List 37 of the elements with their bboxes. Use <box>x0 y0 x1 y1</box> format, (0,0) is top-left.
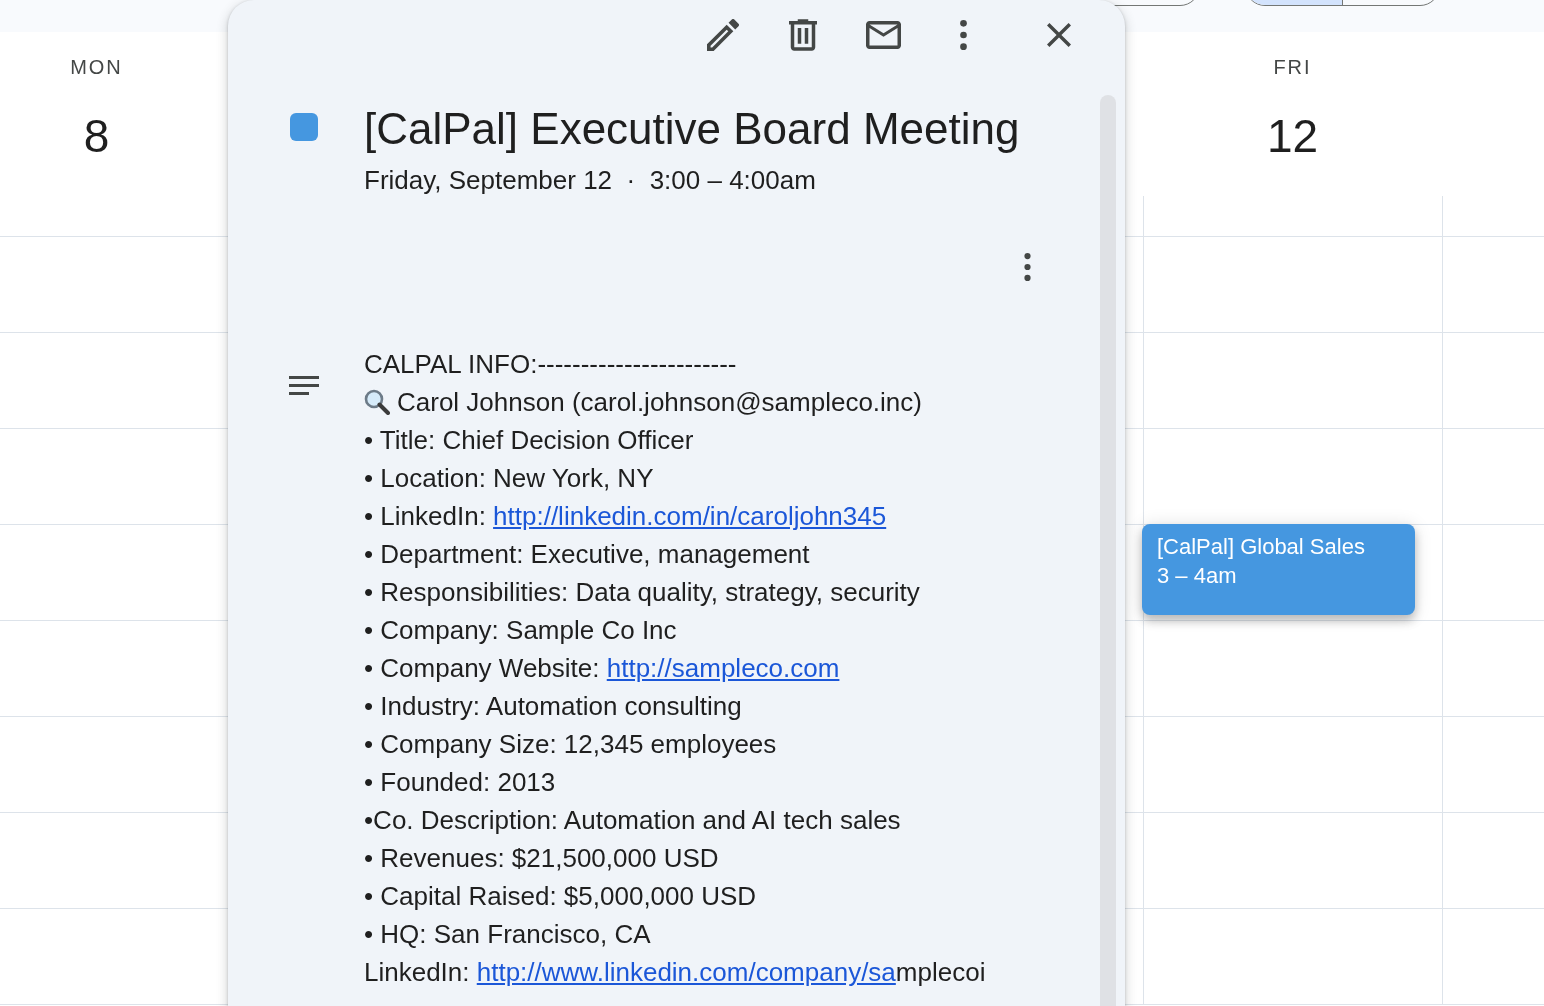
event-title: [CalPal] Global Sales <box>1157 533 1365 561</box>
day-date[interactable]: 8 <box>83 110 110 162</box>
day-date[interactable]: 12 <box>1266 110 1319 162</box>
event-title: [CalPal] Executive Board Meeting <box>364 103 1020 155</box>
link[interactable]: http://www.linkedin.com/company/sa <box>476 957 896 987</box>
description-line: • Industry: Automation consulting <box>364 690 742 723</box>
description-line: Carol Johnson (carol.johnson@sampleco.inc) <box>397 386 922 419</box>
trash-icon <box>789 19 817 51</box>
description-line: • LinkedIn: http://linkedin.com/in/caroljohn345 <box>364 500 887 533</box>
mail-icon <box>865 21 901 49</box>
event-time: 3 – 4am <box>1157 562 1237 590</box>
description-line: • Revenues: $21,500,000 USD <box>364 842 719 875</box>
day-name: MON <box>70 56 123 78</box>
link[interactable]: http://linkedin.com/in/caroljohn345 <box>493 501 887 531</box>
description-line: • Founded: 2013 <box>364 766 556 799</box>
link[interactable]: http://sampleco.com <box>606 653 840 683</box>
description-line: CALPAL INFO:----------------------- <box>364 348 737 381</box>
description-line: • Department: Executive, management <box>364 538 810 571</box>
text-lines-icon <box>289 376 319 396</box>
description-line: • Responsibilities: Data quality, strategy, security <box>364 576 920 609</box>
description-line: • Company Size: 12,345 employees <box>364 728 777 761</box>
description-line: • Title: Chief Decision Officer <box>364 424 694 457</box>
event-date-time: Friday, September 12 · 3:00 – 4:00am <box>364 164 816 196</box>
close-icon <box>1047 23 1071 47</box>
three-dots-icon <box>959 20 967 50</box>
description-line: • Capital Raised: $5,000,000 USD <box>364 880 757 913</box>
event-chip[interactable]: [CalPal] Global Sales 3 – 4am <box>1142 524 1415 615</box>
description-line: • HQ: San Francisco, CA <box>364 918 651 951</box>
description-line: LinkedIn: http://www.linkedin.com/company/samplecoi <box>364 956 986 989</box>
day-name: FRI <box>1273 56 1312 78</box>
three-dots-icon <box>1023 253 1031 281</box>
description-line: • Company: Sample Co Inc <box>364 614 677 647</box>
description-line: • Location: New York, NY <box>364 462 654 495</box>
description-line: • Company Website: http://sampleco.com <box>364 652 840 685</box>
magnifier-icon <box>364 389 390 415</box>
description-line: •Co. Description: Automation and AI tech sales <box>364 804 901 837</box>
pencil-icon <box>707 19 739 51</box>
